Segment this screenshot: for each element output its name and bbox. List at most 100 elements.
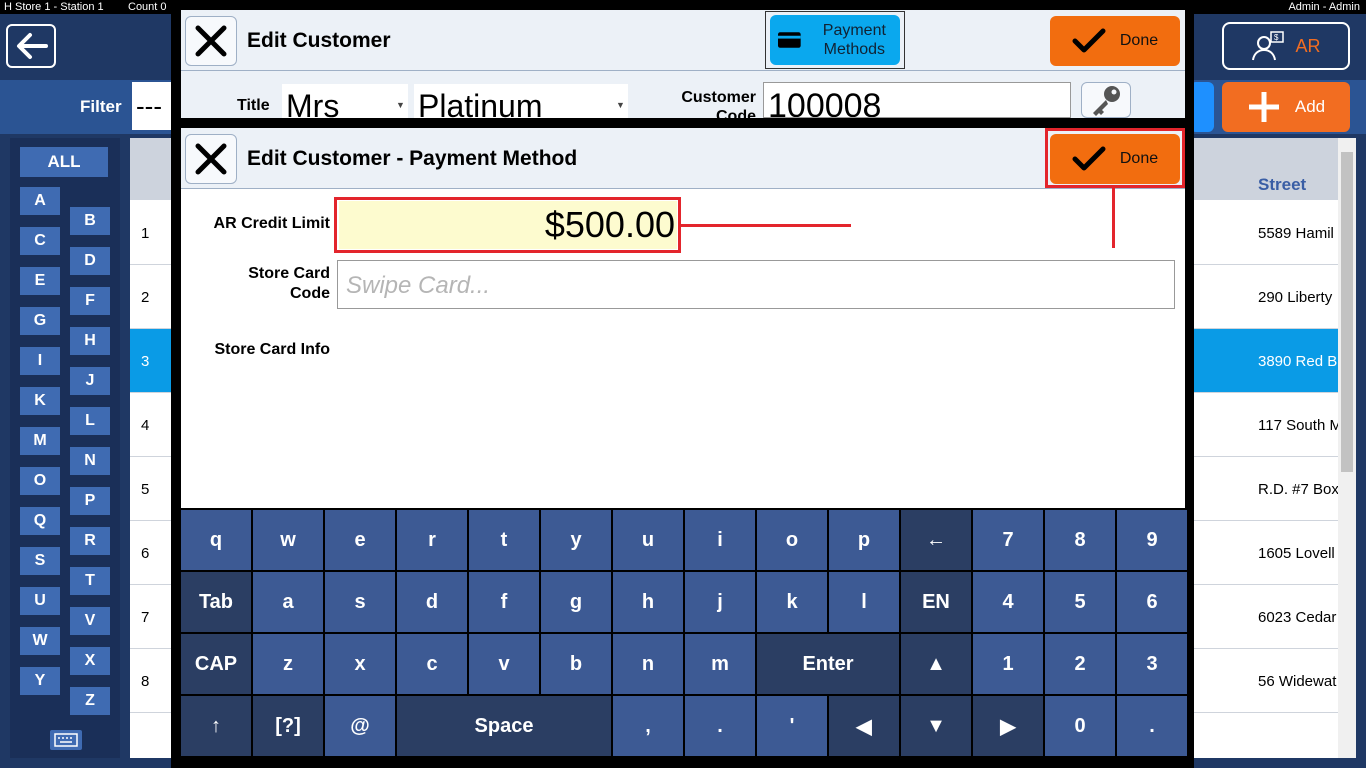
row-street[interactable]: 1605 Lovell (1258, 545, 1338, 562)
key-v[interactable]: v (469, 634, 539, 694)
row-number[interactable]: 6 (141, 545, 149, 562)
alpha-key-k[interactable]: K (20, 387, 60, 415)
key-s[interactable]: s (325, 572, 395, 632)
key-l[interactable]: l (829, 572, 899, 632)
alpha-key-w[interactable]: W (20, 627, 60, 655)
close-payment-method-button[interactable] (185, 134, 237, 184)
alpha-key-p[interactable]: P (70, 487, 110, 515)
key-g[interactable]: g (541, 572, 611, 632)
alpha-key-x[interactable]: X (70, 647, 110, 675)
key-k[interactable]: k (757, 572, 827, 632)
row-street[interactable]: R.D. #7 Box (1258, 481, 1338, 498)
row-street[interactable]: 5589 Hamil (1258, 225, 1338, 242)
key-tab[interactable]: Tab (181, 572, 251, 632)
alpha-all-button[interactable]: ALL (20, 147, 108, 177)
row-number[interactable]: 8 (141, 673, 149, 690)
alpha-key-r[interactable]: R (70, 527, 110, 555)
alpha-key-b[interactable]: B (70, 207, 110, 235)
key-num-3[interactable]: 3 (1117, 634, 1187, 694)
key-o[interactable]: o (757, 510, 827, 570)
key-num-7[interactable]: 7 (973, 510, 1043, 570)
key-num-5[interactable]: 5 (1045, 572, 1115, 632)
street-column-header[interactable]: Street (1258, 175, 1306, 195)
payment-methods-button[interactable]: Payment Methods (770, 15, 900, 65)
row-street[interactable]: 117 South M (1258, 417, 1338, 434)
key-period[interactable]: . (1117, 696, 1187, 756)
row-number[interactable]: 1 (141, 225, 149, 242)
key-a[interactable]: a (253, 572, 323, 632)
table-scrollbar-thumb[interactable] (1341, 152, 1353, 472)
key-p[interactable]: p (829, 510, 899, 570)
row-number[interactable]: 5 (141, 481, 149, 498)
alpha-key-c[interactable]: C (20, 227, 60, 255)
row-street[interactable]: 56 Widewat (1258, 673, 1338, 690)
row-street[interactable]: 3890 Red B (1258, 353, 1338, 370)
alpha-key-n[interactable]: N (70, 447, 110, 475)
key-comma[interactable]: , (613, 696, 683, 756)
alpha-key-q[interactable]: Q (20, 507, 60, 535)
key-b[interactable]: b (541, 634, 611, 694)
store-card-code-input[interactable]: Swipe Card... (337, 260, 1175, 309)
key-num-9[interactable]: 9 (1117, 510, 1187, 570)
key-m[interactable]: m (685, 634, 755, 694)
key-arrow-left[interactable]: ◀ (829, 696, 899, 756)
edit-customer-done-button[interactable]: Done (1050, 16, 1180, 66)
key-t[interactable]: t (469, 510, 539, 570)
key-w[interactable]: w (253, 510, 323, 570)
key-i[interactable]: i (685, 510, 755, 570)
row-number[interactable]: 4 (141, 417, 149, 434)
key-h[interactable]: h (613, 572, 683, 632)
alpha-key-z[interactable]: Z (70, 687, 110, 715)
key-language[interactable]: EN (901, 572, 971, 632)
key-arrow-right[interactable]: ▶ (973, 696, 1043, 756)
key-f[interactable]: f (469, 572, 539, 632)
row-number[interactable]: 2 (141, 289, 149, 306)
alpha-key-t[interactable]: T (70, 567, 110, 595)
alpha-key-h[interactable]: H (70, 327, 110, 355)
key-num-1[interactable]: 1 (973, 634, 1043, 694)
key-num-6[interactable]: 6 (1117, 572, 1187, 632)
key-j[interactable]: j (685, 572, 755, 632)
alpha-key-f[interactable]: F (70, 287, 110, 315)
add-button[interactable]: Add (1222, 82, 1350, 132)
key-num-4[interactable]: 4 (973, 572, 1043, 632)
key-symbols[interactable]: [?] (253, 696, 323, 756)
back-button[interactable] (6, 24, 56, 68)
customer-code-field[interactable]: 100008 (763, 82, 1071, 118)
key-z[interactable]: z (253, 634, 323, 694)
row-street[interactable]: 6023 Cedar (1258, 609, 1338, 626)
alpha-key-g[interactable]: G (20, 307, 60, 335)
alpha-key-i[interactable]: I (20, 347, 60, 375)
generate-code-button[interactable] (1081, 82, 1131, 118)
alpha-key-j[interactable]: J (70, 367, 110, 395)
alpha-key-s[interactable]: S (20, 547, 60, 575)
key-num-0[interactable]: 0 (1045, 696, 1115, 756)
alpha-key-m[interactable]: M (20, 427, 60, 455)
key-y[interactable]: y (541, 510, 611, 570)
alpha-key-e[interactable]: E (20, 267, 60, 295)
key-caps-lock[interactable]: CAP (181, 634, 251, 694)
row-street[interactable]: 290 Liberty (1258, 289, 1338, 306)
alpha-key-y[interactable]: Y (20, 667, 60, 695)
key-d[interactable]: d (397, 572, 467, 632)
key-x[interactable]: x (325, 634, 395, 694)
row-number[interactable]: 3 (141, 353, 149, 370)
ar-button[interactable]: $ AR (1222, 22, 1350, 70)
key-arrow-up[interactable]: ▲ (901, 634, 971, 694)
key-n[interactable]: n (613, 634, 683, 694)
close-edit-customer-button[interactable] (185, 16, 237, 66)
alpha-key-a[interactable]: A (20, 187, 60, 215)
key-num-8[interactable]: 8 (1045, 510, 1115, 570)
key-num-2[interactable]: 2 (1045, 634, 1115, 694)
key-apostrophe[interactable]: ' (757, 696, 827, 756)
key-e[interactable]: e (325, 510, 395, 570)
key-arrow-down[interactable]: ▼ (901, 696, 971, 756)
row-number[interactable]: 7 (141, 609, 149, 626)
key-at[interactable]: @ (325, 696, 395, 756)
keyboard-toggle-button[interactable] (50, 730, 82, 750)
key-enter[interactable]: Enter (757, 634, 899, 694)
alpha-key-l[interactable]: L (70, 407, 110, 435)
key-shift[interactable]: ↑ (181, 696, 251, 756)
title-select[interactable]: Mrs (282, 84, 408, 118)
key-u[interactable]: u (613, 510, 683, 570)
